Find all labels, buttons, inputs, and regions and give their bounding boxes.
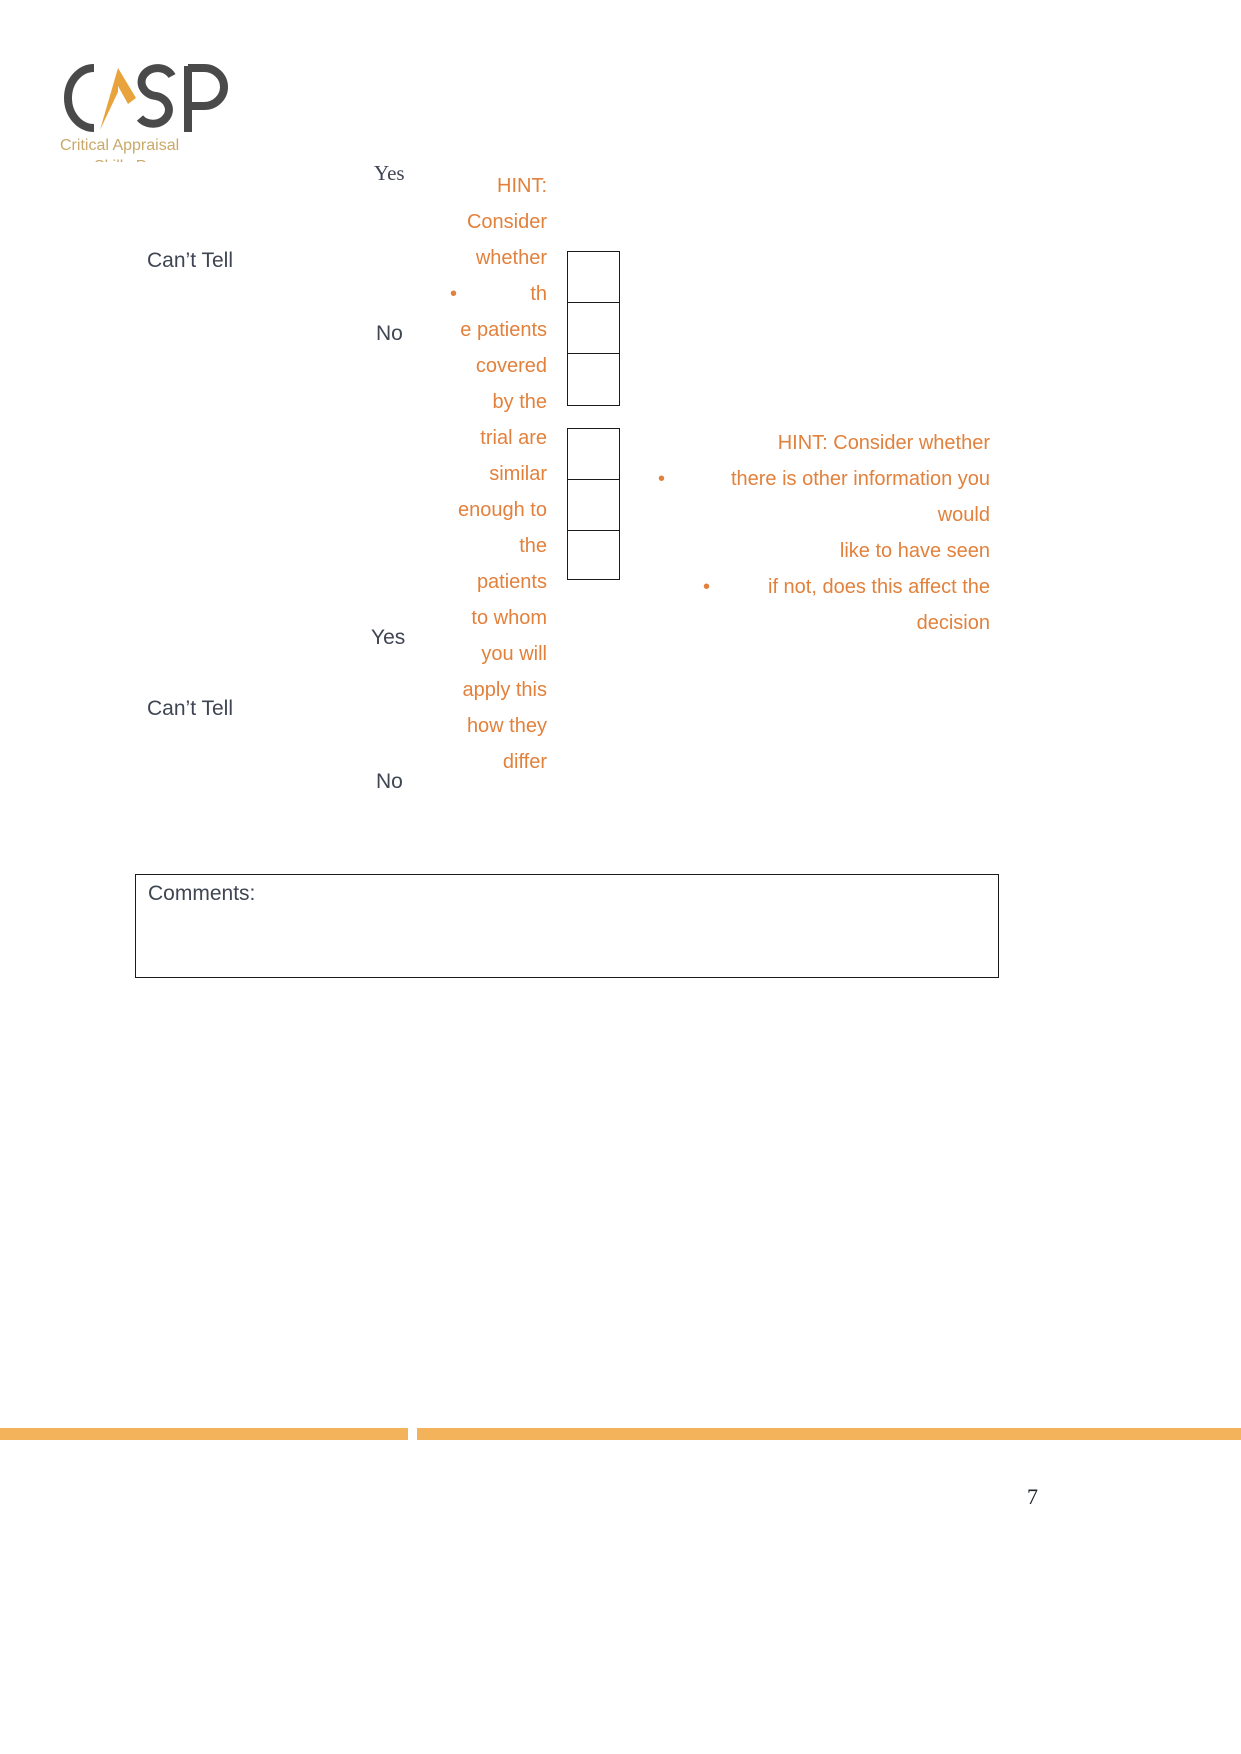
hint-column-line: apply this <box>437 672 548 708</box>
option-label-yes-q1[interactable]: Yes <box>374 163 405 184</box>
hint-right-line-text: would <box>937 504 990 526</box>
hint-column-line: the <box>437 528 547 564</box>
hint-right-line-text: if not, does this affect the <box>768 576 990 598</box>
hint-column-line: by the <box>437 384 547 420</box>
checkbox-cant-tell-q2[interactable] <box>568 480 619 531</box>
comments-label: Comments: <box>148 882 256 905</box>
hint-column-line-text: Consider <box>466 211 547 233</box>
hint-column-line: HINT: <box>437 168 547 204</box>
hint-column-line-text: patients <box>476 571 547 593</box>
svg-text:Critical Appraisal: Critical Appraisal <box>60 137 179 154</box>
hint-right-line: HINT: Consider whether <box>648 425 990 461</box>
bullet-icon: • <box>703 576 711 598</box>
hint-column-line-text: trial are <box>480 427 547 449</box>
hint-right-line: • there is other information you <box>648 461 990 497</box>
checkbox-cant-tell-q1[interactable] <box>568 303 619 354</box>
footer-accent-bar <box>0 1428 1241 1440</box>
hint-right-line: would <box>648 497 990 533</box>
option-label-no-q2[interactable]: No <box>376 771 403 792</box>
comments-box[interactable]: Comments: <box>135 874 999 978</box>
hint-right-line-text: HINT: Consider whether <box>777 432 990 454</box>
hint-right-line-text: like to have seen <box>839 540 990 562</box>
hint-column-line: Consider <box>437 204 547 240</box>
hint-column-line-text: by the <box>492 391 547 413</box>
hint-column-line-text: the <box>519 535 547 557</box>
hint-column-line-text: HINT: <box>497 175 547 197</box>
bullet-icon: • <box>658 468 666 490</box>
hint-column-line-text: you will <box>481 643 547 665</box>
hint-column-line-text: th <box>530 283 547 305</box>
hint-column-question-1: HINT: Consider whether • th e patients covered… <box>437 168 547 780</box>
hint-column-line-text: e patients <box>460 319 547 341</box>
checkbox-yes-q2[interactable] <box>568 429 619 480</box>
checkbox-group-question-2[interactable] <box>567 428 620 580</box>
hint-column-line: you will <box>437 636 547 672</box>
hint-column-line-text: similar <box>489 463 547 485</box>
svg-text:Skills Programme: Skills Programme <box>94 158 219 162</box>
checkbox-no-q1[interactable] <box>568 354 619 405</box>
checkbox-no-q2[interactable] <box>568 531 619 582</box>
document-page: Critical Appraisal Skills Programme Yes … <box>0 0 1241 1754</box>
checkbox-group-question-1[interactable] <box>567 251 620 406</box>
checkbox-yes-q1[interactable] <box>568 252 619 303</box>
hint-column-line: enough to <box>437 492 547 528</box>
bullet-icon: • <box>450 283 458 305</box>
hint-column-line-text: how they <box>466 715 547 737</box>
option-label-yes-q2[interactable]: Yes <box>371 627 405 648</box>
footer-accent-bar-gap <box>408 1428 417 1440</box>
hint-column-line: patients <box>437 564 547 600</box>
hint-column-line: e patients <box>437 312 547 348</box>
hint-column-line-text: enough to <box>458 499 547 521</box>
hint-column-line: trial are <box>437 420 547 456</box>
hint-column-line-text: covered <box>475 355 547 377</box>
hint-block-right: HINT: Consider whether • there is other in… <box>648 425 990 641</box>
hint-column-line-text: differ <box>502 751 547 773</box>
hint-column-line: to whom <box>437 600 547 636</box>
hint-column-line: • th <box>437 276 547 312</box>
hint-right-line: decision <box>648 605 990 641</box>
hint-column-line: differ <box>437 744 547 780</box>
hint-column-line-text: to whom <box>471 607 547 629</box>
hint-right-line-text: decision <box>916 612 990 634</box>
hint-column-line: similar <box>437 456 547 492</box>
option-label-cant-tell-q1[interactable]: Can’t Tell <box>147 250 233 271</box>
page-number: 7 <box>1027 1484 1038 1509</box>
hint-right-line: like to have seen <box>648 533 990 569</box>
hint-column-line: whether <box>437 240 547 276</box>
hint-right-line-text: there is other information you <box>730 468 990 490</box>
hint-column-line: how they <box>437 708 547 744</box>
option-label-cant-tell-q2[interactable]: Can’t Tell <box>147 698 233 719</box>
casp-logo: Critical Appraisal Skills Programme <box>52 52 237 162</box>
hint-right-line: • if not, does this affect the <box>648 569 990 605</box>
hint-column-line-text: apply this <box>462 679 548 701</box>
hint-column-line-text: whether <box>475 247 547 269</box>
option-label-no-q1[interactable]: No <box>376 323 403 344</box>
hint-column-line: covered <box>437 348 547 384</box>
